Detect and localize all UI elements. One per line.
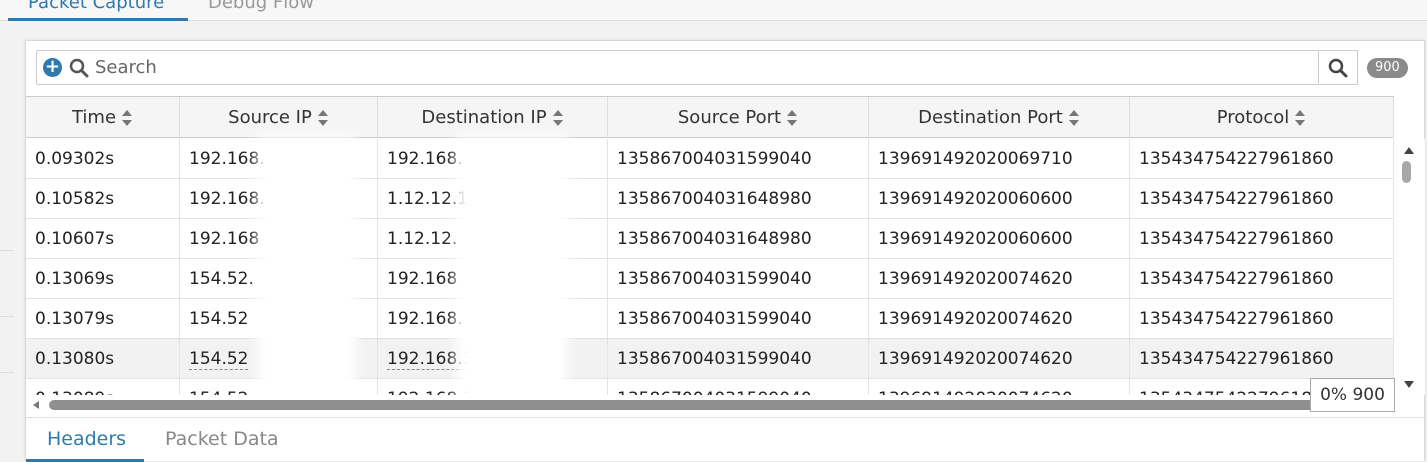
packet-table-panel: + 900 Time Source IP Destination IP Sour… [25,40,1425,462]
cell-destination-port: 139691492020060600 [869,219,1130,259]
scroll-down-icon[interactable] [1404,381,1414,388]
redaction-overlay [456,136,568,416]
tab-packet-capture[interactable]: Packet Capture [28,0,164,14]
divider [0,372,14,373]
table-header: Time Source IP Destination IP Source Por… [26,96,1394,138]
add-filter-icon[interactable]: + [43,58,62,77]
table-row[interactable]: 0.10582s 192.168. 1.12.12.1 135867004031… [26,179,1394,219]
result-count-badge: 900 [1367,58,1408,78]
table-row[interactable]: 0.13089s 154.52 192.168.3 13586700403159… [26,379,1394,395]
cell-time: 0.10582s [26,179,180,219]
cell-protocol: 135434754227961860 [1130,219,1394,259]
search-button[interactable] [1319,50,1358,85]
cell-protocol: 135434754227961860 [1130,139,1394,179]
cell-time: 0.13080s [26,339,180,379]
cell-source-port: 135867004031648980 [608,219,869,259]
scroll-up-icon[interactable] [1404,147,1414,154]
vertical-scrollbar[interactable] [1394,139,1425,395]
cell-time: 0.13069s [26,259,180,299]
column-header-time[interactable]: Time [26,97,180,138]
divider [0,316,14,317]
sort-icon [1295,109,1306,126]
sort-icon [1068,109,1080,126]
column-header-source-port[interactable]: Source Port [608,97,869,138]
load-progress-label: 0% 900 [1310,378,1395,412]
cell-time: 0.13079s [26,299,180,339]
column-header-protocol[interactable]: Protocol [1130,97,1394,138]
column-header-destination-ip[interactable]: Destination IP [378,97,608,138]
cell-protocol: 135434754227961860 [1130,259,1394,299]
table-body: 0.09302s 192.168. 192.168. 1358670040315… [26,139,1394,395]
redaction-overlay [258,136,356,416]
cell-time: 0.09302s [26,139,180,179]
sort-icon [552,109,564,126]
scroll-left-icon[interactable] [33,401,39,409]
tab-headers[interactable]: Headers [47,428,126,450]
sort-icon [317,109,329,126]
cell-source-port: 135867004031648980 [608,179,869,219]
cell-source-port: 135867004031599040 [608,379,869,395]
cell-source-port: 135867004031599040 [608,139,869,179]
sort-icon [787,109,798,126]
cell-destination-port: 139691492020074620 [869,299,1130,339]
table-row[interactable]: 0.09302s 192.168. 192.168. 1358670040315… [26,139,1394,179]
cell-destination-port: 139691492020074620 [869,339,1130,379]
column-header-destination-port[interactable]: Destination Port [869,97,1130,138]
active-tab-indicator [8,18,188,21]
cell-time: 0.13089s [26,379,180,395]
cell-destination-port: 139691492020074620 [869,379,1130,395]
cell-source-port: 135867004031599040 [608,339,869,379]
cell-destination-port: 139691492020074620 [869,259,1130,299]
cell-destination-port: 139691492020069710 [869,139,1130,179]
tab-packet-data[interactable]: Packet Data [165,428,279,450]
tab-debug-flow[interactable]: Debug Flow [208,0,314,14]
search-input[interactable] [93,52,1313,83]
horizontal-scroll-thumb[interactable] [49,400,1394,410]
detail-tab-strip: Headers Packet Data [26,417,1425,462]
search-icon [69,58,89,78]
top-tab-strip: Packet Capture Debug Flow [0,0,1427,21]
column-header-source-ip[interactable]: Source IP [180,97,378,138]
cell-protocol: 135434754227961860 [1130,339,1394,379]
horizontal-scrollbar[interactable] [26,395,1394,417]
cell-destination-port: 139691492020060600 [869,179,1130,219]
vertical-scroll-thumb[interactable] [1402,161,1411,183]
table-row-hovered[interactable]: 0.13080s 154.52 192.168.3 13586700403159… [26,339,1394,379]
cell-source-port: 135867004031599040 [608,259,869,299]
table-row[interactable]: 0.13069s 154.52. 192.168 135867004031599… [26,259,1394,299]
table-row[interactable]: 0.13079s 154.52 192.168. 135867004031599… [26,299,1394,339]
cell-protocol: 135434754227961860 [1130,299,1394,339]
search-bar: + [36,50,1319,85]
sort-icon [122,109,133,126]
divider [0,250,14,251]
cell-time: 0.10607s [26,219,180,259]
table-row[interactable]: 0.10607s 192.168 1.12.12. 13586700403164… [26,219,1394,259]
cell-source-port: 135867004031599040 [608,299,869,339]
search-icon [1328,58,1348,78]
cell-protocol: 135434754227961860 [1130,179,1394,219]
